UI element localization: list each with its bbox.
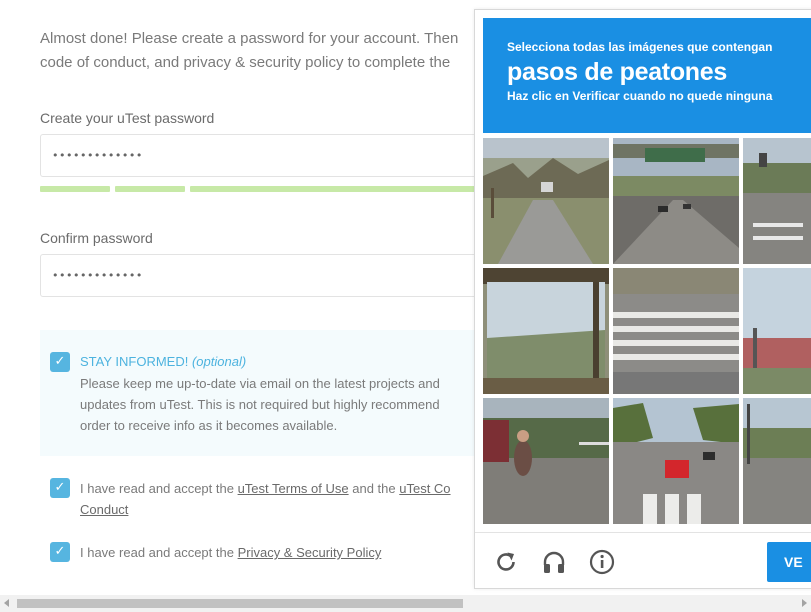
stay-informed-checkbox[interactable]: ✓ [50, 352, 70, 372]
tile-4-image [483, 268, 609, 394]
privacy-policy-link[interactable]: Privacy & Security Policy [238, 545, 382, 560]
captcha-tile-grid [483, 138, 811, 524]
tile-5-image [613, 268, 739, 394]
password-strength-segment-3 [190, 186, 490, 192]
audio-headphones-icon[interactable] [541, 549, 567, 575]
terms-of-use-link[interactable]: uTest Terms of Use [238, 481, 349, 496]
scrollbar-thumb[interactable] [17, 599, 463, 608]
privacy-checkbox[interactable]: ✓ [50, 542, 70, 562]
tile-8-image [613, 398, 739, 524]
password-strength-segment-1 [40, 186, 110, 192]
password-label: Create your uTest password [40, 110, 215, 126]
privacy-text: I have read and accept the Privacy & Sec… [80, 542, 381, 563]
scroll-left-arrow-icon[interactable] [4, 599, 9, 607]
intro-text: Almost done! Please create a password fo… [40, 27, 480, 75]
confirm-password-input[interactable]: ••••••••••••• [40, 254, 490, 297]
tile-9-image [743, 398, 811, 524]
terms-text: I have read and accept the uTest Terms o… [80, 478, 451, 520]
reload-icon[interactable] [493, 549, 519, 575]
privacy-prefix: I have read and accept the [80, 545, 234, 560]
stay-informed-line-2: updates from uTest. This is not required… [80, 397, 440, 412]
captcha-tile-8[interactable] [613, 398, 739, 524]
terms-middle: and the [352, 481, 396, 496]
captcha-tile-7[interactable] [483, 398, 609, 524]
captcha-hint: Haz clic en Verificar cuando no quede ni… [507, 89, 773, 103]
terms-checkbox[interactable]: ✓ [50, 478, 70, 498]
captcha-tile-2[interactable] [613, 138, 739, 264]
captcha-header: Selecciona todas las imágenes que conten… [483, 18, 811, 133]
captcha-tile-9[interactable] [743, 398, 811, 524]
captcha-tile-6[interactable] [743, 268, 811, 394]
password-input[interactable]: ••••••••••••• [40, 134, 490, 177]
confirm-password-label: Confirm password [40, 230, 153, 246]
stay-informed-label: STAY INFORMED! [80, 354, 189, 369]
code-of-conduct-link[interactable]: uTest Co [399, 481, 450, 496]
password-strength-segment-2 [115, 186, 185, 192]
stay-informed-line-1: Please keep me up-to-date via email on t… [80, 376, 440, 391]
tile-2-image [613, 138, 739, 264]
recaptcha-challenge: Selecciona todas las imágenes que conten… [474, 9, 811, 589]
horizontal-scrollbar[interactable] [0, 595, 811, 612]
captcha-keyword: pasos de peatones [507, 58, 727, 86]
verify-button[interactable]: VE [767, 542, 811, 582]
scroll-right-arrow-icon[interactable] [802, 599, 807, 607]
captcha-instruction: Selecciona todas las imágenes que conten… [507, 40, 773, 54]
tile-1-image [483, 138, 609, 264]
stay-informed-description: Please keep me up-to-date via email on t… [80, 373, 440, 436]
stay-informed-title: STAY INFORMED! (optional) [80, 354, 246, 369]
terms-prefix: I have read and accept the [80, 481, 234, 496]
code-of-conduct-link-line2[interactable]: Conduct [80, 502, 128, 517]
captcha-tile-1[interactable] [483, 138, 609, 264]
tile-3-image [743, 138, 811, 264]
captcha-tile-3[interactable] [743, 138, 811, 264]
tile-7-image [483, 398, 609, 524]
captcha-tile-5[interactable] [613, 268, 739, 394]
intro-line-2: code of conduct, and privacy & security … [40, 54, 451, 71]
optional-label: (optional) [191, 354, 247, 369]
page-root: Almost done! Please create a password fo… [0, 0, 811, 612]
tile-6-image [743, 268, 811, 394]
captcha-tile-4[interactable] [483, 268, 609, 394]
captcha-footer: VE [475, 532, 811, 588]
stay-informed-line-3: order to receive info as it becomes avai… [80, 418, 338, 433]
info-icon[interactable] [589, 549, 615, 575]
intro-line-1: Almost done! Please create a password fo… [40, 30, 459, 47]
